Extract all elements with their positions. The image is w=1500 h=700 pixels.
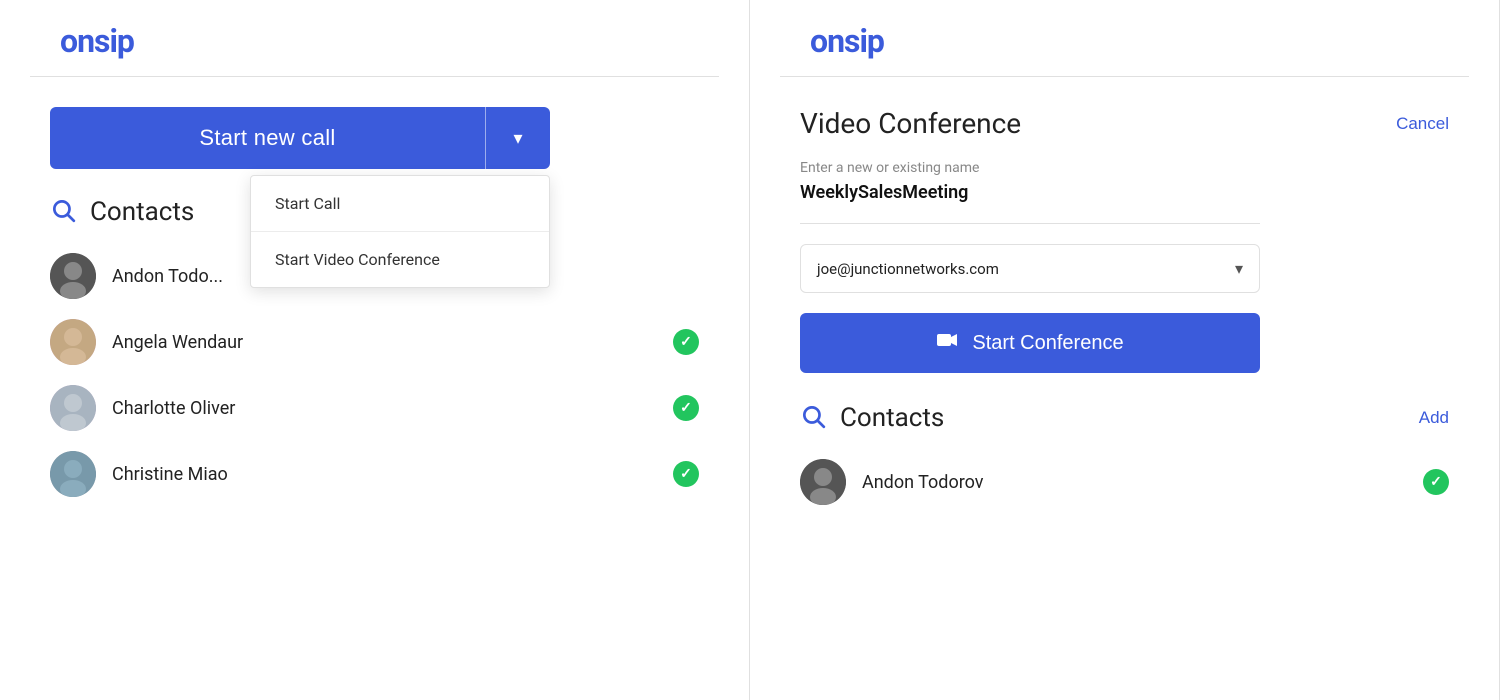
contact-name: Angela Wendaur <box>112 332 657 353</box>
avatar <box>50 319 96 365</box>
start-new-call-button[interactable]: Start new call <box>50 107 485 169</box>
contacts-bottom-left: Contacts <box>800 403 944 433</box>
dropdown-item-start-call[interactable]: Start Call <box>251 176 549 232</box>
list-item: Angela Wendaur ✓ <box>50 309 699 375</box>
status-badge: ✓ <box>673 461 699 487</box>
contacts-bottom-header: Contacts Add <box>800 403 1449 433</box>
avatar <box>50 253 96 299</box>
conference-name-label: Enter a new or existing name <box>800 160 1449 176</box>
avatar <box>50 451 96 497</box>
list-item: Andon Todorov ✓ <box>800 449 1449 515</box>
status-badge: ✓ <box>673 329 699 355</box>
search-icon-right[interactable] <box>800 403 826 433</box>
contact-name: Andon Todorov <box>862 472 1407 493</box>
video-conference-header: Video Conference Cancel <box>800 107 1449 140</box>
add-contact-button[interactable]: Add <box>1419 408 1449 428</box>
dropdown-item-start-video-conference[interactable]: Start Video Conference <box>251 232 549 287</box>
status-badge: ✓ <box>1423 469 1449 495</box>
chevron-down-icon: ▾ <box>1235 259 1243 278</box>
right-content: Video Conference Cancel Enter a new or e… <box>750 77 1499 700</box>
contacts-title-left: Contacts <box>90 197 194 227</box>
search-icon-left[interactable] <box>50 197 76 227</box>
left-panel: onsip Start new call ▾ Start Call Start … <box>0 0 750 700</box>
video-camera-icon <box>936 328 960 358</box>
split-button-arrow[interactable]: ▾ <box>485 107 550 169</box>
left-content: Start new call ▾ Start Call Start Video … <box>0 77 749 700</box>
contact-name: Charlotte Oliver <box>112 398 657 419</box>
contact-list-right: Andon Todorov ✓ <box>800 449 1449 515</box>
contact-name: Christine Miao <box>112 464 657 485</box>
status-badge: ✓ <box>673 395 699 421</box>
start-conference-label: Start Conference <box>972 332 1123 355</box>
logo-right: onsip <box>750 0 1499 60</box>
avatar <box>800 459 846 505</box>
email-value: joe@junctionnetworks.com <box>817 260 999 278</box>
email-dropdown[interactable]: joe@junctionnetworks.com ▾ <box>800 244 1260 293</box>
cancel-button[interactable]: Cancel <box>1396 114 1449 134</box>
video-conference-title: Video Conference <box>800 107 1021 140</box>
contacts-title-right: Contacts <box>840 403 944 433</box>
field-divider <box>800 223 1260 224</box>
start-conference-button[interactable]: Start Conference <box>800 313 1260 373</box>
right-panel: onsip Video Conference Cancel Enter a ne… <box>750 0 1500 700</box>
list-item: Christine Miao ✓ <box>50 441 699 507</box>
split-button: Start new call ▾ <box>50 107 550 169</box>
conference-name-value: WeeklySalesMeeting <box>800 182 1449 203</box>
split-button-wrapper: Start new call ▾ Start Call Start Video … <box>50 107 550 169</box>
chevron-down-icon: ▾ <box>513 128 522 149</box>
logo-left: onsip <box>0 0 749 60</box>
dropdown-menu: Start Call Start Video Conference <box>250 175 550 288</box>
list-item: Charlotte Oliver ✓ <box>50 375 699 441</box>
avatar <box>50 385 96 431</box>
